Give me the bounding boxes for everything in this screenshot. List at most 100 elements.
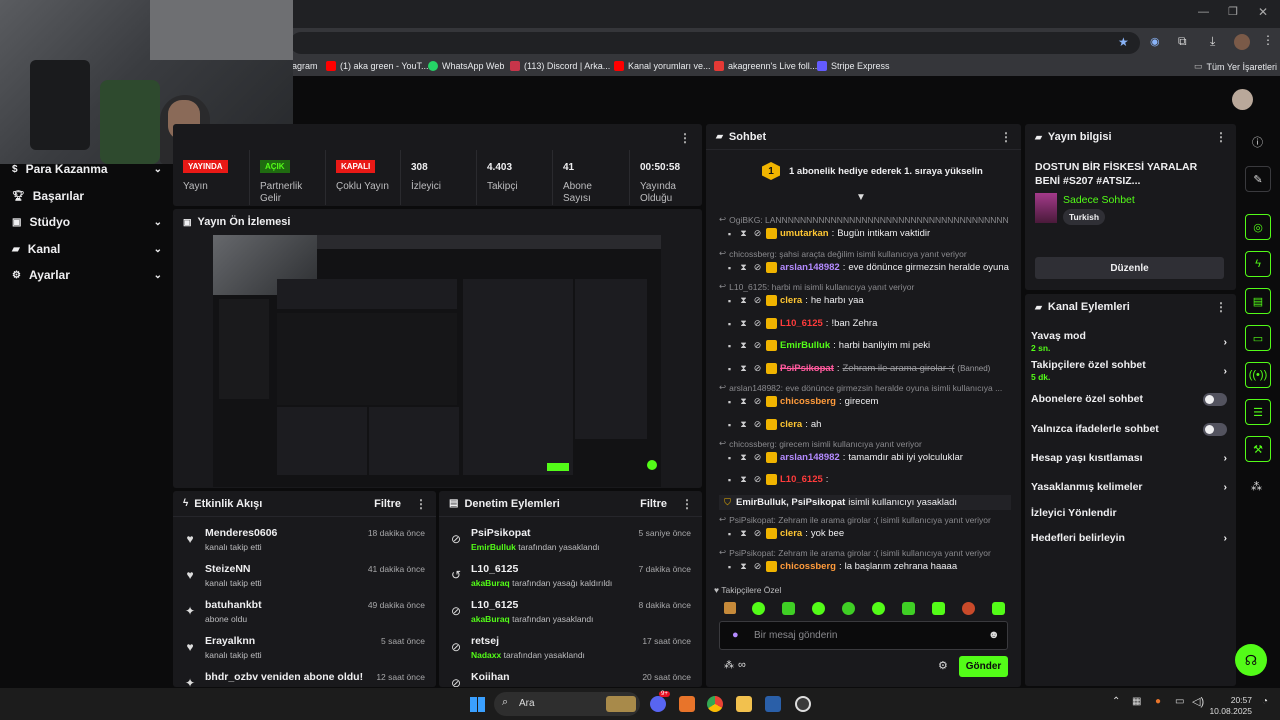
timeout-icon[interactable]: ⧗ (738, 295, 749, 306)
emote-icon[interactable] (992, 602, 1005, 615)
chat-username[interactable]: arslan148982 (780, 452, 840, 463)
timeout-icon[interactable]: ⧗ (738, 340, 749, 351)
gift-banner[interactable]: 1 1 abonelik hediye ederek 1. sıraya yük… (762, 162, 1012, 182)
delete-icon[interactable]: ▪ (724, 562, 735, 572)
bookmark-item[interactable]: Kanal yorumları ve... (614, 61, 711, 71)
extensions-icon[interactable]: ⧉ (1178, 34, 1187, 49)
info-icon[interactable]: ⓘ (1252, 134, 1263, 150)
moderator-name[interactable]: Nadaxx (471, 650, 501, 660)
network-icon[interactable]: ▭ (1175, 696, 1184, 707)
emote-icon[interactable] (962, 602, 975, 615)
timeout-icon[interactable]: ⧗ (738, 262, 749, 273)
bookmark-item[interactable]: agram (292, 61, 318, 71)
user-avatar[interactable] (1232, 89, 1253, 110)
moderation-user[interactable]: retsej (471, 635, 499, 647)
emotes-only-toggle[interactable] (1203, 422, 1227, 436)
moderation-user[interactable]: Koiihan (471, 671, 510, 683)
kick-points-icon[interactable]: ⁂ (724, 660, 734, 671)
chat-username[interactable]: chicossberg (780, 561, 836, 572)
delete-icon[interactable]: ▪ (724, 263, 735, 273)
volume-icon[interactable]: ◁) (1192, 695, 1204, 708)
chat-username[interactable]: umutarkan (780, 228, 829, 239)
moderator-name[interactable]: EmirBulluk (471, 542, 516, 552)
broadcast-icon[interactable]: ((•)) (1245, 362, 1271, 388)
timeout-icon[interactable]: ⧗ (738, 528, 749, 539)
ban-icon[interactable]: ⊘ (752, 228, 763, 239)
ban-icon[interactable]: ⊘ (752, 561, 763, 572)
delete-icon[interactable]: ▪ (724, 397, 735, 407)
support-icon[interactable]: ☊ (1235, 644, 1267, 676)
emote-icon[interactable] (782, 602, 795, 615)
banned-words-row[interactable]: Yasaklanmış kelimeler › (1031, 480, 1227, 494)
infinity-icon[interactable]: ∞ (738, 659, 746, 671)
more-options-icon[interactable]: ⋮ (1215, 300, 1227, 314)
app-icon[interactable] (679, 696, 695, 712)
lightning-icon[interactable]: ϟ (1245, 251, 1271, 277)
chat-bubble-icon[interactable]: ▭ (1245, 325, 1271, 351)
ban-icon[interactable]: ⊘ (752, 528, 763, 539)
address-bar[interactable] (290, 32, 1140, 54)
ban-icon[interactable]: ⊘ (752, 318, 763, 329)
more-options-icon[interactable]: ⋮ (681, 497, 693, 511)
delete-icon[interactable]: ▪ (724, 364, 735, 374)
maximize-icon[interactable]: ❐ (1228, 5, 1238, 18)
chrome-icon[interactable] (707, 696, 723, 712)
delete-icon[interactable]: ▪ (724, 453, 735, 463)
chat-username[interactable]: chicossberg (780, 396, 836, 407)
timeout-icon[interactable]: ⧗ (738, 363, 749, 374)
delete-icon[interactable]: ▪ (724, 319, 735, 329)
sidebar-item-ayarlar[interactable]: ⚙ Ayarlar ⌄ (12, 268, 162, 282)
ban-icon[interactable]: ⊘ (752, 262, 763, 273)
timeout-icon[interactable]: ⧗ (738, 474, 749, 485)
moderator-name[interactable]: akaBuraq (471, 614, 510, 624)
chat-username[interactable]: clera (780, 419, 802, 430)
obs-icon[interactable] (795, 696, 811, 712)
ban-icon[interactable]: ⊘ (752, 419, 763, 430)
microphone-icon[interactable]: ● (732, 629, 739, 641)
chat-username[interactable]: clera (780, 295, 802, 306)
bookmark-item[interactable]: (1) aka green - YouT... (326, 61, 429, 71)
host-row[interactable]: İzleyici Yönlendir (1031, 506, 1227, 520)
microphone-icon[interactable]: ● (1155, 696, 1161, 707)
clock-time[interactable]: 20:57 (1206, 695, 1252, 705)
bookmark-item[interactable]: Stripe Express (817, 61, 890, 71)
kick-points-icon[interactable]: ⁂ (1251, 480, 1262, 493)
activity-user[interactable]: batuhankbt (205, 599, 262, 611)
bookmark-item[interactable]: WhatsApp Web (428, 61, 504, 71)
moderator-name[interactable]: akaBuraq (471, 578, 510, 588)
close-icon[interactable]: ✕ (1258, 5, 1268, 19)
taskbar-search[interactable]: ⌕ Ara (494, 692, 640, 716)
activity-user[interactable]: Erayalknn (205, 635, 255, 647)
notification-icon[interactable]: ◔ (1262, 696, 1268, 707)
pinned-icon[interactable]: ▼ (856, 192, 866, 203)
bookmark-item[interactable]: akagreenn's Live foll... (714, 61, 817, 71)
moderation-user[interactable]: L10_6125 (471, 599, 518, 611)
emote-icon[interactable] (724, 602, 736, 614)
tray-icon[interactable]: ▦ (1132, 696, 1141, 707)
chat-input[interactable]: ● Bir mesaj gönderin ☻ (719, 621, 1008, 650)
more-options-icon[interactable]: ⋮ (1000, 130, 1012, 144)
document-icon[interactable]: ▤ (1245, 288, 1271, 314)
chat-username[interactable]: PsiPsikopat (780, 363, 834, 374)
cast-icon[interactable]: ◉ (1150, 35, 1160, 48)
chat-username[interactable]: arslan148982 (780, 262, 840, 273)
ban-icon[interactable]: ⊘ (752, 363, 763, 374)
delete-icon[interactable]: ▪ (724, 296, 735, 306)
emoji-icon[interactable]: ☻ (988, 629, 1000, 641)
sidebar-item-basarilar[interactable]: 🏆︎ Başarılar (12, 189, 162, 203)
delete-icon[interactable]: ▪ (724, 475, 735, 485)
filter-button[interactable]: Filtre (374, 498, 401, 510)
wrench-icon[interactable]: ⚒ (1245, 436, 1271, 462)
emote-icon[interactable] (842, 602, 855, 615)
emote-icon[interactable] (872, 602, 885, 615)
discord-icon[interactable] (650, 696, 666, 712)
emote-icon[interactable] (932, 602, 945, 615)
chat-username[interactable]: L10_6125 (780, 318, 823, 329)
account-age-row[interactable]: Hesap yaşı kısıtlaması › (1031, 451, 1227, 465)
delete-icon[interactable]: ▪ (724, 420, 735, 430)
bookmark-star-icon[interactable]: ★ (1118, 35, 1129, 49)
chat-username[interactable]: clera (780, 528, 802, 539)
ban-icon[interactable]: ⊘ (752, 474, 763, 485)
stream-preview-video[interactable] (213, 235, 661, 487)
emote-icon[interactable] (812, 602, 825, 615)
